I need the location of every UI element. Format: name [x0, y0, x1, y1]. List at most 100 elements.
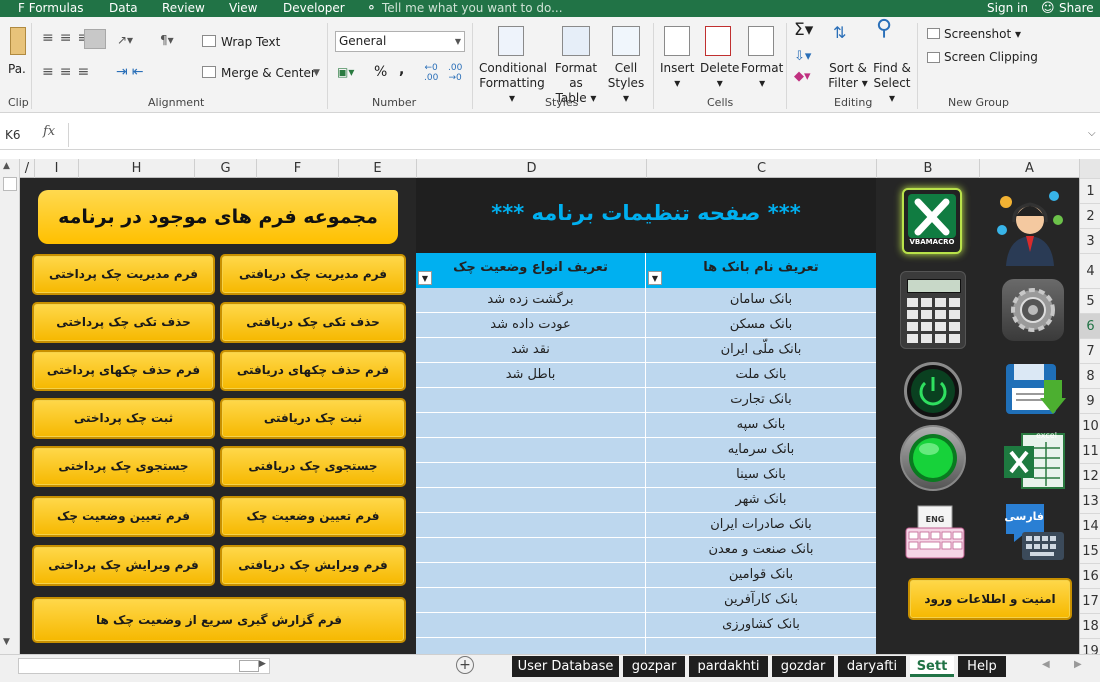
- quick-report-button[interactable]: فرم گزارش گیری سریع از وضعیت چک ها: [32, 597, 406, 643]
- row-header[interactable]: 15: [1080, 538, 1100, 563]
- green-status-button[interactable]: [900, 425, 966, 491]
- bank-cell[interactable]: بانک کارآفرین: [646, 588, 876, 613]
- row-header[interactable]: 17: [1080, 588, 1100, 613]
- support-agent-icon[interactable]: [992, 186, 1068, 268]
- status-cell[interactable]: باطل شد: [416, 363, 645, 388]
- sheet-tab-daryafti[interactable]: daryafti: [838, 656, 906, 677]
- tab-developer[interactable]: Developer: [283, 1, 345, 15]
- filter-dropdown-icon[interactable]: ▼: [418, 271, 432, 285]
- register-paid-check-button[interactable]: ثبت چک پرداختی: [32, 398, 215, 439]
- clear-icon[interactable]: ◆▾: [794, 69, 811, 84]
- settings-gear-icon[interactable]: [1002, 279, 1064, 341]
- status-cell[interactable]: [416, 613, 645, 638]
- bank-cell[interactable]: بانک کشاورزی: [646, 613, 876, 638]
- status-cell[interactable]: [416, 488, 645, 513]
- scroll-down-icon[interactable]: ▼: [3, 637, 10, 647]
- column-header-b[interactable]: B: [876, 159, 979, 178]
- name-box[interactable]: K6: [5, 125, 35, 145]
- merge-center-button[interactable]: Merge & Center: [221, 66, 316, 81]
- delete-received-check-button[interactable]: حذف تکی چک دریافتی: [220, 302, 406, 343]
- align-bottom-icon[interactable]: [84, 29, 106, 49]
- tab-review[interactable]: Review: [162, 1, 205, 15]
- status-cell[interactable]: [416, 563, 645, 588]
- row-header-selected[interactable]: 6: [1080, 313, 1100, 338]
- bank-cell[interactable]: بانک تجارت: [646, 388, 876, 413]
- cell-styles-icon[interactable]: [612, 26, 640, 56]
- sheet-tab-gozdar[interactable]: gozdar: [772, 656, 834, 677]
- calculator-icon[interactable]: [900, 271, 966, 349]
- search-paid-check-button[interactable]: جستجوی چک پرداختی: [32, 446, 215, 487]
- row-header[interactable]: 19: [1080, 638, 1100, 654]
- language-keyboard-icon[interactable]: ENG: [904, 504, 966, 560]
- paste-icon[interactable]: [10, 27, 26, 55]
- tab-scroll-right-icon[interactable]: ▶: [1074, 659, 1082, 670]
- magnifier-icon[interactable]: ⚲: [876, 18, 892, 40]
- row-header[interactable]: 7: [1080, 338, 1100, 363]
- status-cell[interactable]: [416, 588, 645, 613]
- sheet-tab-gozpar[interactable]: gozpar: [623, 656, 685, 677]
- bank-cell[interactable]: بانک سپه: [646, 413, 876, 438]
- status-cell[interactable]: [416, 638, 645, 654]
- security-login-button[interactable]: امنیت و اطلاعات ورود: [908, 578, 1072, 620]
- bank-cell[interactable]: بانک صادرات ایران: [646, 513, 876, 538]
- currency-icon[interactable]: ▣▾: [337, 65, 354, 80]
- row-header[interactable]: 14: [1080, 513, 1100, 538]
- function-icon[interactable]: fx: [43, 124, 55, 139]
- save-download-icon[interactable]: [1004, 360, 1066, 420]
- paste-button[interactable]: Pa.: [8, 62, 26, 77]
- insert-cells-icon[interactable]: [664, 26, 690, 56]
- bank-cell[interactable]: بانک مسکن: [646, 313, 876, 338]
- format-button[interactable]: Format ▾: [741, 61, 783, 91]
- format-cells-icon[interactable]: [748, 26, 774, 56]
- edit-paid-check-button[interactable]: فرم ویرایش چک پرداختی: [32, 545, 215, 586]
- column-header-h[interactable]: H: [78, 159, 194, 178]
- comma-button[interactable]: ,: [399, 63, 404, 78]
- row-header[interactable]: 4: [1080, 253, 1100, 288]
- row-header[interactable]: 13: [1080, 488, 1100, 513]
- bank-cell[interactable]: [646, 638, 876, 654]
- row-header[interactable]: 9: [1080, 388, 1100, 413]
- sheet-tab-sett[interactable]: Sett: [910, 656, 954, 677]
- row-header[interactable]: 10: [1080, 413, 1100, 438]
- tab-scroll-left-icon[interactable]: ◀: [1042, 659, 1050, 670]
- sheet-tab-pardakhti[interactable]: pardakhti: [689, 656, 768, 677]
- register-received-check-button[interactable]: ثبت چک دریافتی: [220, 398, 406, 439]
- excel-file-icon[interactable]: excel: [1002, 431, 1066, 490]
- sign-in-link[interactable]: Sign in: [987, 1, 1028, 15]
- insert-button[interactable]: Insert ▾: [660, 61, 694, 91]
- cell-styles-button[interactable]: Cell Styles ▾: [604, 61, 648, 106]
- row-header[interactable]: 18: [1080, 613, 1100, 638]
- column-header-i[interactable]: I: [34, 159, 78, 178]
- vbamacro-logo[interactable]: VBAMACRO: [902, 188, 962, 254]
- wrap-text-icon[interactable]: [202, 35, 216, 47]
- number-format-select[interactable]: General ▼: [335, 31, 465, 52]
- status-cell[interactable]: نقد شد: [416, 338, 645, 363]
- row-header[interactable]: 8: [1080, 363, 1100, 388]
- farsi-keyboard-icon[interactable]: فارسی: [1000, 500, 1066, 566]
- column-header-d[interactable]: D: [416, 159, 646, 178]
- sheet-tab-help[interactable]: Help: [958, 656, 1006, 677]
- column-header-c[interactable]: C: [646, 159, 876, 178]
- status-cell[interactable]: عودت داده شد: [416, 313, 645, 338]
- formula-input[interactable]: [70, 123, 1080, 147]
- delete-cells-icon[interactable]: [705, 26, 731, 56]
- sort-filter-button[interactable]: Sort & Filter ▾: [828, 61, 868, 91]
- find-select-button[interactable]: Find & Select ▾: [870, 61, 914, 106]
- status-cell[interactable]: [416, 463, 645, 488]
- edit-received-check-button[interactable]: فرم ویرایش چک دریافتی: [220, 545, 406, 586]
- column-header-a[interactable]: A: [979, 159, 1079, 178]
- row-header[interactable]: 3: [1080, 228, 1100, 253]
- scroll-up-icon[interactable]: ▲: [3, 161, 10, 171]
- bulk-delete-paid-button[interactable]: فرم حذف چکهای پرداختی: [32, 350, 215, 391]
- vertical-scrollbar[interactable]: ▲ ▼: [0, 159, 20, 654]
- tab-view[interactable]: View: [229, 1, 257, 15]
- screenshot-button[interactable]: Screenshot ▾: [944, 27, 1021, 42]
- sheet-tab-user-database[interactable]: User Database: [512, 656, 619, 677]
- chevron-down-icon[interactable]: ▼: [313, 66, 320, 81]
- percent-button[interactable]: %: [374, 65, 387, 80]
- row-header[interactable]: 1: [1080, 178, 1100, 203]
- status-cell[interactable]: [416, 438, 645, 463]
- paid-check-management-button[interactable]: فرم مدیریت چک پرداختی: [32, 254, 215, 295]
- delete-paid-check-button[interactable]: حذف تکی چک پرداختی: [32, 302, 215, 343]
- bank-cell[interactable]: بانک صنعت و معدن: [646, 538, 876, 563]
